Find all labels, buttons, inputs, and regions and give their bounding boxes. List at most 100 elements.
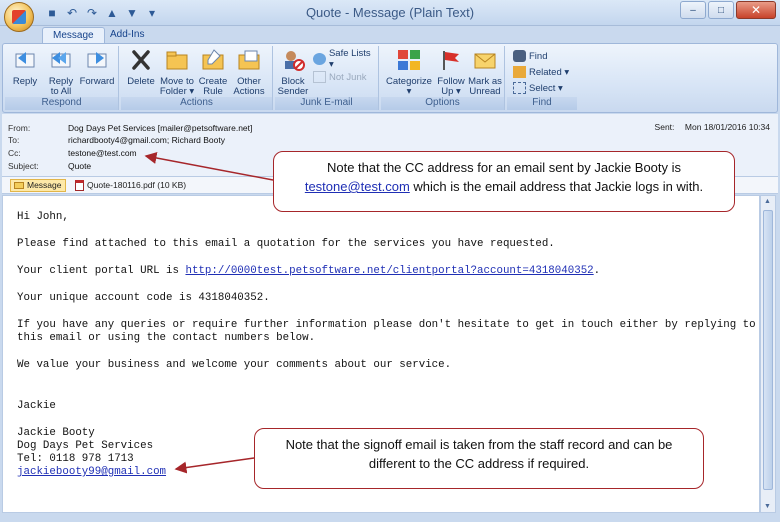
flag-icon [443, 51, 459, 70]
delete-icon [132, 50, 150, 70]
maximize-button[interactable]: □ [708, 1, 734, 19]
window-controls: – □ ✕ [680, 1, 776, 19]
subject-value: Quote [68, 161, 92, 171]
create-rule-button[interactable]: Create Rule [195, 48, 231, 97]
office-button[interactable] [4, 2, 34, 32]
envelope-icon [474, 53, 496, 69]
forward-icon [87, 52, 107, 68]
window-title: Quote - Message (Plain Text) [305, 5, 475, 20]
signoff-callout-line-2: different to the CC address if required. [368, 456, 590, 471]
group-junk-label: Junk E-mail [275, 97, 378, 110]
delete-label: Delete [127, 76, 155, 87]
create-rule-label-2: Rule [203, 86, 223, 97]
body-greeting: Hi John, [17, 211, 69, 223]
cc-callout-suffix: which is the email address that Jackie l… [409, 179, 704, 194]
move-to-folder-button[interactable]: Move to Folder ▾ [159, 48, 195, 97]
rule-icon [202, 49, 224, 70]
cc-callout: Note that the CC address for an email se… [273, 151, 735, 212]
signature-tel: Tel: 0118 978 1713 [17, 453, 134, 465]
sent-row: Sent: Mon 18/01/2016 10:34 [655, 122, 770, 132]
block-sender-icon [285, 51, 305, 71]
group-options: Categorize ▾ Follow Up ▾ Mark as Unread … [381, 46, 505, 110]
vertical-scrollbar[interactable]: ▲ ▼ [760, 195, 776, 513]
from-label: From: [8, 123, 31, 133]
message-tab-label: Message [27, 180, 62, 190]
body-paragraph-1: Please find attached to this email a quo… [17, 238, 555, 250]
find-label: Find [529, 50, 548, 62]
block-sender-button[interactable]: Block Sender [275, 48, 311, 97]
subject-label: Subject: [8, 161, 39, 171]
related-label: Related ▾ [529, 66, 570, 78]
mark-as-unread-label-2: Unread [469, 86, 501, 97]
minimize-button[interactable]: – [680, 1, 706, 19]
follow-up-button[interactable]: Follow Up ▾ [433, 48, 469, 97]
message-tab[interactable]: Message [10, 179, 66, 192]
signature-company: Dog Days Pet Services [17, 440, 154, 452]
mark-as-unread-button[interactable]: Mark as Unread [467, 48, 503, 97]
to-row: To: richardbooty4@gmail.com; Richard Boot… [8, 134, 225, 146]
tab-message[interactable]: Message [42, 27, 105, 44]
body-value: We value your business and welcome your … [17, 359, 452, 371]
body-queries-1: If you have any queries or require furth… [17, 319, 756, 331]
related-icon [513, 66, 526, 78]
from-value[interactable]: Dog Days Pet Services [mailer@petsoftwar… [68, 123, 252, 133]
reply-all-button[interactable]: Reply to All [43, 48, 79, 97]
safe-lists-button[interactable]: Safe Lists ▾ [313, 48, 378, 70]
group-find-label: Find [507, 97, 577, 110]
not-junk-icon [313, 71, 326, 83]
body-queries-2: this email or using the contact numbers … [17, 332, 316, 344]
related-button[interactable]: Related ▾ [513, 65, 569, 79]
office-logo-icon [12, 10, 26, 24]
scroll-up-icon[interactable]: ▲ [764, 198, 771, 205]
subject-row: Subject: Quote [8, 160, 91, 172]
scroll-thumb[interactable] [763, 210, 773, 490]
block-sender-label-2: Sender [277, 86, 309, 97]
body-signoff: Jackie [17, 400, 56, 412]
reply-label: Reply [12, 76, 38, 87]
group-options-label: Options [381, 97, 504, 110]
cc-callout-line-2: testone@test.com which is the email addr… [284, 177, 724, 196]
safe-lists-label: Safe Lists ▾ [328, 48, 371, 70]
ribbon: Reply Reply to All Forward Respond Delet… [2, 43, 778, 113]
not-junk-button[interactable]: Not Junk [313, 70, 367, 84]
portal-url-link[interactable]: http://0000test.petsoftware.net/clientpo… [185, 265, 593, 277]
scroll-down-icon[interactable]: ▼ [764, 503, 771, 510]
portal-suffix: . [593, 265, 601, 277]
select-button[interactable]: Select ▾ [513, 81, 563, 95]
cc-callout-line-1: Note that the CC address for an email se… [326, 160, 682, 175]
categorize-label-2: ▾ [406, 86, 412, 97]
signature-email-link[interactable]: jackiebooty99@gmail.com [17, 466, 166, 478]
forward-button[interactable]: Forward [79, 48, 115, 87]
cc-value[interactable]: testone@test.com [68, 148, 137, 158]
group-junk: Block Sender Safe Lists ▾ Not Junk Junk … [275, 46, 379, 110]
close-button[interactable]: ✕ [736, 1, 776, 19]
title-bar: ■ ↶ ↷ ▲ ▼ ▾ Quote - Message (Plain Text)… [0, 0, 780, 32]
body-account-code: Your unique account code is 4318040352. [17, 292, 270, 304]
envelope-icon [14, 182, 24, 189]
attachment-pdf[interactable]: Quote-180116.pdf (10 KB) [72, 179, 189, 192]
sent-value: Mon 18/01/2016 10:34 [684, 122, 770, 132]
to-value[interactable]: richardbooty4@gmail.com; Richard Booty [68, 135, 225, 145]
from-row: From: Dog Days Pet Services [mailer@petso… [8, 122, 252, 134]
ribbon-tabs: Message Add-Ins [0, 26, 780, 44]
cc-row: Cc: testone@test.com [8, 147, 137, 159]
sent-label: Sent: [654, 122, 675, 132]
portal-prefix: Your client portal URL is [17, 265, 186, 277]
group-respond: Reply Reply to All Forward Respond [5, 46, 119, 110]
categorize-button[interactable]: Categorize ▾ [385, 48, 433, 97]
select-icon [513, 82, 526, 94]
reply-button[interactable]: Reply [7, 48, 43, 87]
delete-button[interactable]: Delete [123, 48, 159, 87]
not-junk-label: Not Junk [329, 71, 367, 83]
move-label-2: Folder ▾ [159, 86, 195, 97]
status-bar [0, 514, 780, 522]
tab-add-ins[interactable]: Add-Ins [100, 27, 154, 44]
cc-callout-email: testone@test.com [304, 179, 410, 194]
attachment-pdf-label: Quote-180116.pdf (10 KB) [87, 180, 187, 190]
group-respond-label: Respond [5, 97, 118, 110]
signoff-callout-line-1: Note that the signoff email is taken fro… [285, 437, 673, 452]
reply-all-label-2: to All [50, 86, 72, 97]
reply-icon [15, 52, 35, 68]
find-button[interactable]: Find [513, 49, 547, 63]
signature-name: Jackie Booty [17, 427, 95, 439]
